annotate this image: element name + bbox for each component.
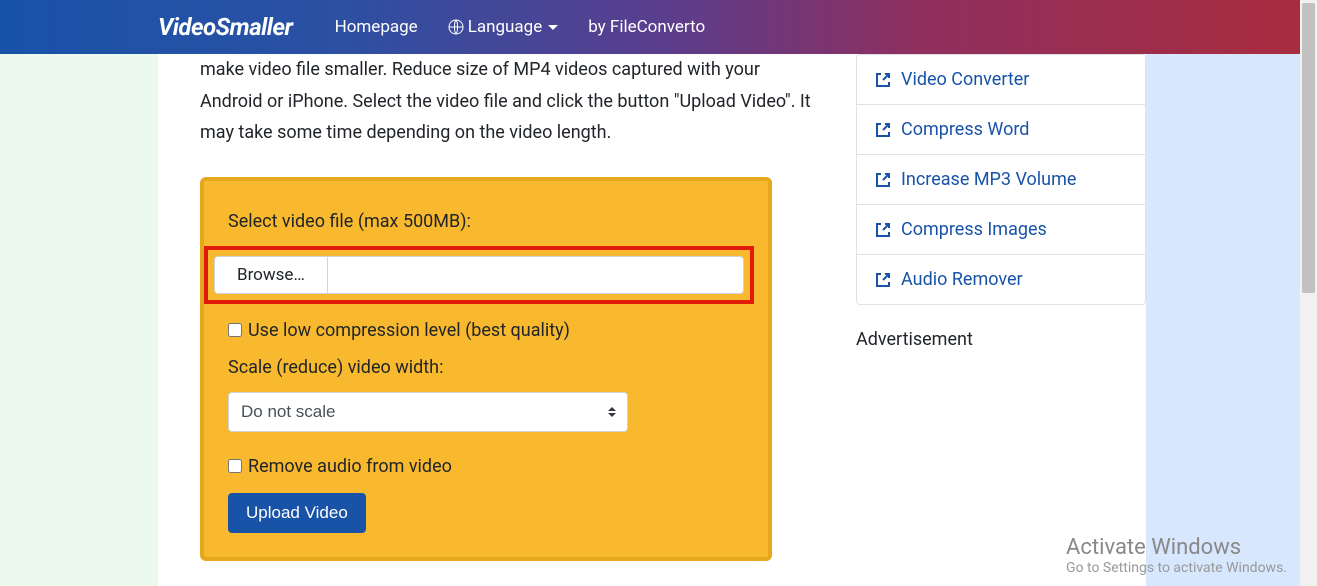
link-compress-images[interactable]: Compress Images xyxy=(857,205,1145,255)
select-file-label: Select video file (max 500MB): xyxy=(228,211,744,232)
external-link-icon xyxy=(875,172,891,188)
remove-audio-label[interactable]: Remove audio from video xyxy=(248,456,452,477)
file-input[interactable]: Browse… xyxy=(214,256,744,294)
upload-video-button[interactable]: Upload Video xyxy=(228,493,366,533)
scale-label: Scale (reduce) video width: xyxy=(228,357,744,378)
external-link-icon xyxy=(875,272,891,288)
remove-audio-checkbox[interactable] xyxy=(228,459,242,473)
link-compress-word[interactable]: Compress Word xyxy=(857,105,1145,155)
link-label: Audio Remover xyxy=(901,269,1023,290)
left-gutter xyxy=(0,54,158,586)
link-video-converter[interactable]: Video Converter xyxy=(857,55,1145,105)
nav-language-label: Language xyxy=(468,17,543,37)
vertical-scrollbar[interactable] xyxy=(1300,0,1317,586)
navbar: VideoSmaller Homepage Language by FileCo… xyxy=(0,0,1317,54)
chevron-down-icon xyxy=(548,25,558,30)
nav-homepage[interactable]: Homepage xyxy=(335,17,418,37)
content-row: make video file smaller. Reduce size of … xyxy=(0,54,1317,586)
right-gutter xyxy=(1146,54,1317,586)
main-column: make video file smaller. Reduce size of … xyxy=(158,54,856,586)
link-increase-mp3[interactable]: Increase MP3 Volume xyxy=(857,155,1145,205)
advertisement-heading: Advertisement xyxy=(856,329,1146,350)
watermark-line2: Go to Settings to activate Windows. xyxy=(1066,560,1287,576)
watermark-line1: Activate Windows xyxy=(1066,535,1287,560)
brand-logo[interactable]: VideoSmaller xyxy=(158,13,293,41)
sidebar: Video Converter Compress Word Increase M… xyxy=(856,54,1146,586)
related-links-list: Video Converter Compress Word Increase M… xyxy=(856,54,1146,305)
external-link-icon xyxy=(875,72,891,88)
scale-select-wrap: Do not scale xyxy=(228,392,628,432)
link-label: Increase MP3 Volume xyxy=(901,169,1076,190)
external-link-icon xyxy=(875,122,891,138)
scrollbar-thumb[interactable] xyxy=(1302,3,1315,293)
remove-audio-row: Remove audio from video xyxy=(228,456,744,477)
description-text: make video file smaller. Reduce size of … xyxy=(200,54,814,149)
nav-by-fileconverto[interactable]: by FileConverto xyxy=(588,17,705,37)
upload-form: Select video file (max 500MB): Browse… U… xyxy=(200,177,772,561)
file-input-highlight: Browse… xyxy=(204,246,754,304)
low-compression-row: Use low compression level (best quality) xyxy=(228,320,744,341)
scale-select[interactable]: Do not scale xyxy=(228,392,628,432)
windows-activation-watermark: Activate Windows Go to Settings to activ… xyxy=(1066,535,1287,576)
nav-language-dropdown[interactable]: Language xyxy=(448,17,559,37)
link-label: Compress Images xyxy=(901,219,1047,240)
low-compression-checkbox[interactable] xyxy=(228,323,242,337)
link-label: Compress Word xyxy=(901,119,1029,140)
link-label: Video Converter xyxy=(901,69,1029,90)
link-audio-remover[interactable]: Audio Remover xyxy=(857,255,1145,304)
browse-button[interactable]: Browse… xyxy=(215,257,328,293)
globe-icon xyxy=(448,19,464,35)
external-link-icon xyxy=(875,222,891,238)
low-compression-label[interactable]: Use low compression level (best quality) xyxy=(248,320,570,341)
